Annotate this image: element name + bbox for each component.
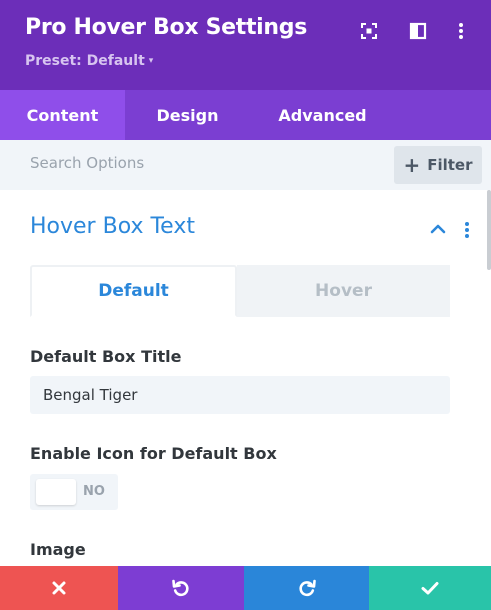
scrollbar-thumb[interactable] (487, 190, 491, 270)
section-options-icon[interactable] (459, 220, 475, 240)
chevron-up-icon[interactable] (429, 220, 447, 238)
preset-label: Preset: Default (25, 53, 145, 69)
settings-header: Pro Hover Box Settings Preset: Default ▾ (0, 0, 491, 90)
more-vertical-icon[interactable] (449, 19, 473, 43)
undo-icon (172, 579, 189, 597)
image-label: Image (30, 540, 86, 559)
state-tabs: Default Hover (30, 265, 450, 317)
redo-button[interactable] (244, 566, 369, 610)
caret-down-icon: ▾ (148, 56, 154, 66)
box-title-input[interactable] (30, 376, 450, 414)
tab-content[interactable]: Content (0, 90, 125, 140)
redo-icon (298, 579, 316, 597)
filter-label: Filter (427, 156, 473, 174)
enable-icon-toggle[interactable]: NO (30, 474, 118, 510)
plus-icon: + (403, 153, 421, 177)
tab-advanced[interactable]: Advanced (250, 90, 395, 140)
box-title-label: Default Box Title (30, 347, 182, 366)
search-input[interactable] (30, 154, 370, 172)
modal-title: Pro Hover Box Settings (25, 15, 308, 40)
discard-button[interactable] (0, 566, 118, 610)
enable-icon-label: Enable Icon for Default Box (30, 444, 277, 463)
tab-design[interactable]: Design (125, 90, 250, 140)
close-icon (52, 581, 66, 595)
sidebar-layout-icon[interactable] (406, 19, 430, 43)
action-footer (0, 566, 491, 610)
undo-button[interactable] (118, 566, 244, 610)
section-title[interactable]: Hover Box Text (30, 214, 195, 239)
subtab-default[interactable]: Default (30, 265, 237, 317)
preset-selector[interactable]: Preset: Default ▾ (25, 53, 153, 69)
toggle-knob (36, 479, 76, 505)
filter-button[interactable]: + Filter (394, 146, 482, 184)
toggle-state-text: NO (83, 484, 105, 499)
save-button[interactable] (369, 566, 491, 610)
main-tabs: Content Design Advanced (0, 90, 491, 140)
check-icon (421, 582, 439, 595)
expand-icon[interactable] (357, 19, 381, 43)
subtab-hover[interactable]: Hover (237, 265, 450, 317)
